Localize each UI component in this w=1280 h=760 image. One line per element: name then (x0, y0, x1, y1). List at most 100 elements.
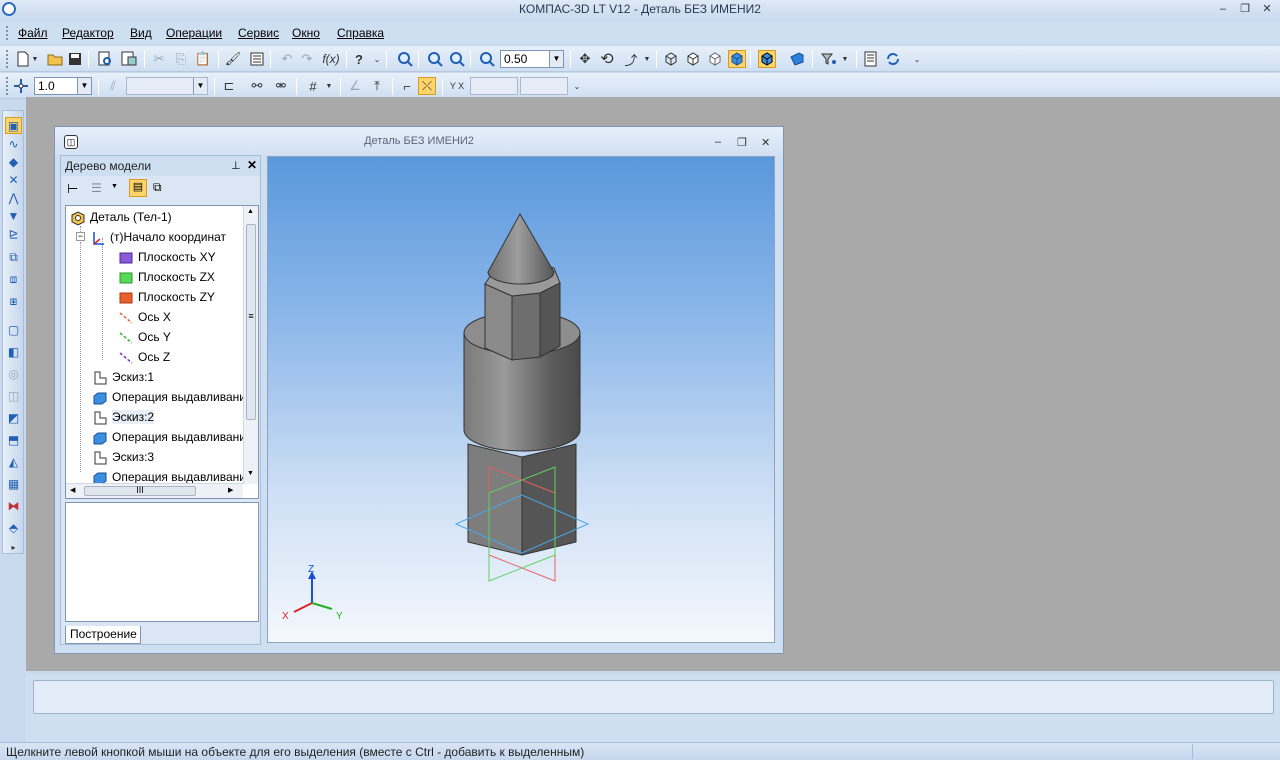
scroll-thumb[interactable]: ≡ (246, 224, 256, 420)
redo-icon[interactable]: ↷ (298, 50, 316, 68)
zoom-scale-icon[interactable] (478, 50, 496, 68)
rotate-operation-icon[interactable]: ⧈ (5, 271, 22, 288)
snaps-toggle-icon[interactable]: ⤫ (418, 77, 436, 95)
edit-part-icon[interactable]: ▣ (5, 117, 22, 134)
paste-icon[interactable]: 📋 (194, 50, 212, 68)
dimensions-icon[interactable]: ⋀ (5, 189, 22, 206)
tree-item-origin[interactable]: (т)Начало координат (90, 228, 226, 246)
orientation-dropdown-icon[interactable]: ▼ (642, 50, 652, 68)
scroll-left-icon[interactable]: ◀ (70, 486, 75, 494)
tree-item-sketch-3[interactable]: Эскиз:3 (92, 448, 154, 466)
hex-face-front[interactable] (511, 292, 541, 361)
cursor-step-combo[interactable]: 1.0 ▼ (34, 77, 92, 95)
toolbar-grip-icon[interactable] (6, 50, 9, 68)
tree-horizontal-scrollbar[interactable]: ◀ III ▶ (66, 483, 243, 498)
menu-edit[interactable]: Редактор (62, 26, 114, 40)
hidden-lines-thin-icon[interactable] (706, 50, 724, 68)
ortho-icon[interactable]: ∠ (346, 77, 364, 95)
tree-item-extrude-2[interactable]: Операция выдавливания:2 (92, 428, 258, 446)
snap-global-icon[interactable]: ⚮ (272, 77, 290, 95)
zoom-out-icon[interactable] (448, 50, 466, 68)
array-icon[interactable]: ▦ (5, 475, 22, 492)
toolbar-grip-icon[interactable] (6, 77, 9, 95)
close-icon[interactable]: ✕ (247, 158, 257, 172)
kinematic-operation-icon[interactable]: ⧆ (5, 293, 22, 310)
layer-combo[interactable]: ▼ (126, 77, 208, 95)
print-preview-icon[interactable] (96, 50, 114, 68)
layer-icon[interactable]: ⫽ (104, 77, 122, 95)
scroll-down-icon[interactable]: ▼ (247, 470, 254, 477)
context-help-icon[interactable]: ? (350, 50, 368, 68)
cut-extrude-icon[interactable]: ▢ (5, 321, 22, 338)
local-axes-icon[interactable]: ⤒ (368, 77, 386, 95)
function-icon[interactable]: f(x) (320, 50, 342, 68)
copy-icon[interactable]: ⎘ (172, 50, 190, 68)
tree-structure-icon[interactable]: ⊢ (67, 181, 78, 197)
filter-dropdown-icon[interactable]: ▼ (840, 50, 850, 68)
tree-item-sketch-1[interactable]: Эскиз:1 (92, 368, 154, 386)
tree-item-plane-zy[interactable]: Плоскость ZY (118, 288, 215, 306)
surfaces-icon[interactable]: ◆ (5, 153, 22, 170)
tree-item-axis-z[interactable]: Ось Z (118, 348, 170, 366)
zoom-scale-combo[interactable]: 0.50 ▼ (500, 50, 564, 68)
extrude-operation-icon[interactable]: ⧉ (5, 249, 22, 266)
filter-objects-icon[interactable] (820, 50, 838, 68)
menu-help[interactable]: Справка (337, 26, 384, 40)
3d-viewport[interactable]: Z X Y (267, 156, 775, 643)
draft-icon[interactable]: ◭ (5, 453, 22, 470)
tree-item-extrude-1[interactable]: Операция выдавливания:1 (92, 388, 258, 406)
tree-item-sketch-2[interactable]: Эскиз:2 (92, 408, 155, 426)
tree-item-axis-x[interactable]: Ось X (118, 308, 171, 326)
filters-icon[interactable]: ▼ (5, 207, 22, 224)
cut-icon[interactable]: ✂ (150, 50, 168, 68)
shaded-icon[interactable] (728, 50, 746, 68)
toolbar-overflow-icon[interactable]: ⌄ (372, 50, 382, 68)
spatial-curves-icon[interactable]: ∿ (5, 135, 22, 152)
tree-split-icon[interactable]: ⧉ (153, 180, 162, 195)
local-cs-icon[interactable]: ⊏ (220, 77, 238, 95)
tree-item-plane-xy[interactable]: Плоскость XY (118, 248, 216, 266)
menu-view[interactable]: Вид (130, 26, 152, 40)
chamfer-icon[interactable]: ◫ (5, 387, 22, 404)
orientation-icon[interactable]: ⤴ (622, 50, 640, 68)
cone-tip[interactable] (487, 212, 555, 285)
menubar-grip-icon[interactable] (6, 26, 9, 40)
auxiliary-geometry-icon[interactable]: ✕ (5, 171, 22, 188)
doc-close-button[interactable]: ✕ (761, 136, 770, 149)
coord-y-field[interactable] (520, 77, 568, 95)
hex-face-left[interactable] (484, 283, 513, 361)
menu-operations[interactable]: Операции (166, 26, 222, 40)
tab-construction[interactable]: Построение (65, 626, 141, 644)
scroll-up-icon[interactable]: ▲ (247, 208, 254, 215)
minimize-button[interactable]: – (1214, 2, 1232, 16)
collapse-toggle-icon[interactable]: − (76, 232, 85, 241)
save-icon[interactable] (66, 50, 84, 68)
toolbar-overflow-icon[interactable]: ⌄ (572, 77, 582, 95)
close-button[interactable]: ✕ (1258, 2, 1276, 16)
zoom-window-icon[interactable] (396, 50, 414, 68)
open-folder-icon[interactable] (46, 50, 64, 68)
tree-display-icon[interactable]: ☰ (91, 181, 102, 195)
shell-icon[interactable]: ◩ (5, 409, 22, 426)
menu-file[interactable]: Файл (18, 26, 48, 40)
tree-display-dropdown-icon[interactable]: ▼ (111, 183, 118, 190)
new-dropdown-icon[interactable]: ▼ (30, 50, 40, 68)
tree-show-history-icon[interactable]: ▤ (129, 179, 147, 197)
rib-icon[interactable]: ⬒ (5, 431, 22, 448)
chevron-down-icon[interactable]: ▼ (549, 51, 563, 67)
properties-brush-icon[interactable]: 🖌 (224, 50, 242, 68)
hex-face-right[interactable] (539, 282, 561, 358)
document-properties-icon[interactable] (120, 50, 138, 68)
undo-icon[interactable]: ↶ (278, 50, 296, 68)
fillet-icon[interactable]: ◧ (5, 343, 22, 360)
pan-icon[interactable]: ✥ (576, 50, 594, 68)
scroll-thumb[interactable]: III (84, 485, 196, 496)
grid-dropdown-icon[interactable]: ▼ (324, 77, 334, 95)
3d-model-view[interactable]: Z X Y (268, 157, 775, 643)
grid-icon[interactable]: # (304, 77, 322, 95)
menu-service[interactable]: Сервис (238, 26, 279, 40)
variables-list-icon[interactable] (248, 50, 266, 68)
restore-button[interactable]: ❐ (1236, 2, 1254, 16)
ortho-mode-icon[interactable]: ⌐ (398, 77, 416, 95)
tree-item-axis-y[interactable]: Ось Y (118, 328, 171, 346)
